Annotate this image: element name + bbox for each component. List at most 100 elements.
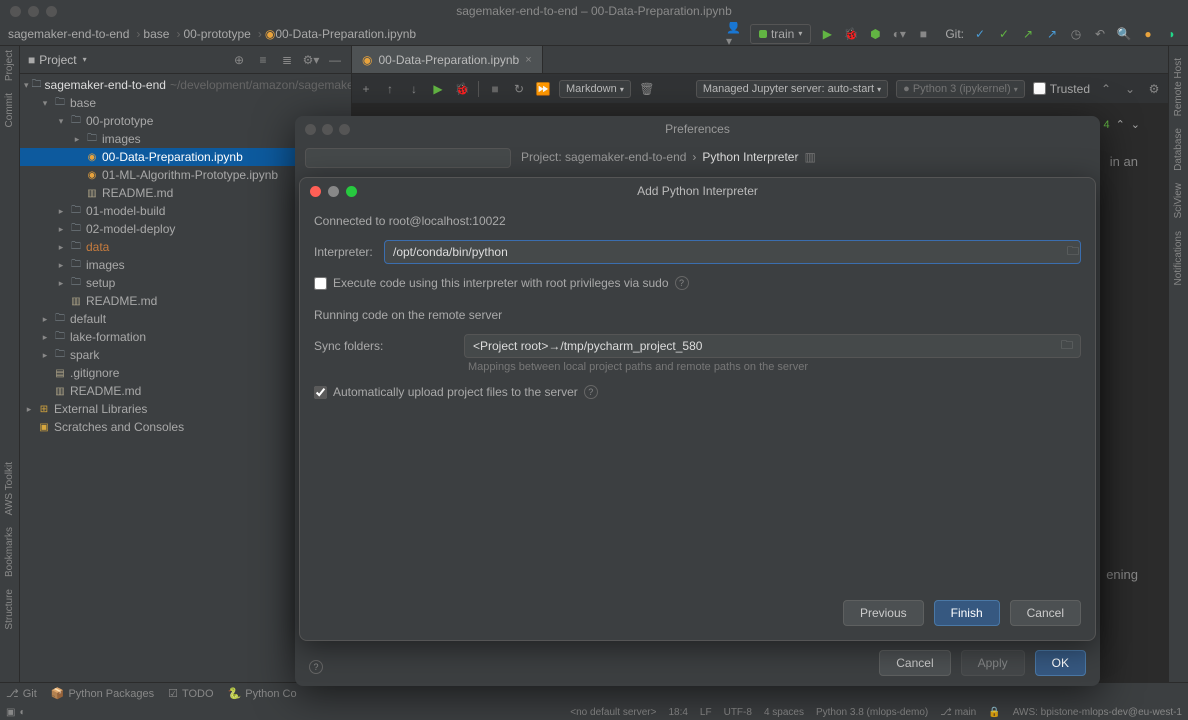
gutter-commit[interactable]: Commit: [4, 93, 15, 127]
prefs-ok-button[interactable]: OK: [1035, 650, 1086, 676]
add-cell-icon[interactable]: +: [358, 81, 374, 97]
tree-root[interactable]: ▾🗀 sagemaker-end-to-end ~/development/am…: [20, 76, 351, 94]
git-commit-icon[interactable]: ✓: [996, 26, 1012, 42]
status-line-sep[interactable]: LF: [700, 707, 712, 718]
coverage-icon[interactable]: ⬢: [867, 26, 883, 42]
locate-icon[interactable]: ⊕: [231, 52, 247, 68]
sync-folders-label: Sync folders:: [314, 334, 454, 353]
search-icon[interactable]: 🔍: [1116, 26, 1132, 42]
sync-browse-icon[interactable]: 🗀: [1059, 338, 1075, 354]
auto-upload-checkbox[interactable]: [314, 386, 327, 399]
prefs-apply-button[interactable]: Apply: [961, 650, 1025, 676]
gutter-sciview[interactable]: SciView: [1173, 183, 1184, 218]
browse-icon[interactable]: 🗀: [1065, 244, 1081, 260]
debug-icon[interactable]: 🐞: [843, 26, 859, 42]
sudo-checkbox[interactable]: [314, 277, 327, 290]
notebook-toolbar: + ↑ ↓ ▶ 🐞 ■ ↻ ⏩ Markdown ▾ 🗑 Managed Jup…: [352, 74, 1168, 104]
sync-folders-input[interactable]: [464, 334, 1081, 358]
prefs-cancel-button[interactable]: Cancel: [879, 650, 950, 676]
nb-settings-icon[interactable]: ⚙: [1146, 81, 1162, 97]
add-interp-title: Add Python Interpreter: [637, 184, 758, 198]
crumb-root[interactable]: sagemaker-end-to-end: [8, 27, 129, 41]
stop-icon[interactable]: ■: [915, 26, 931, 42]
status-bar: ▣ ◐ <no default server> 18:4 LF UTF-8 4 …: [0, 704, 1188, 720]
sudo-help-icon[interactable]: ?: [675, 276, 689, 290]
bg-tasks-icon[interactable]: ▣: [6, 707, 15, 718]
rollback-icon[interactable]: ↶: [1092, 26, 1108, 42]
collapse-icon[interactable]: ≣: [279, 52, 295, 68]
run-config-selector[interactable]: train ▾: [750, 24, 811, 44]
gutter-structure[interactable]: Structure: [4, 589, 15, 630]
up-icon[interactable]: ↑: [382, 81, 398, 97]
run-all-icon[interactable]: ⏩: [535, 81, 551, 97]
collapse-down-icon[interactable]: ⌄: [1122, 81, 1138, 97]
status-indent[interactable]: 4 spaces: [764, 707, 804, 718]
interpreter-path-input[interactable]: [384, 240, 1081, 264]
run-config-label: train: [771, 27, 794, 41]
hide-icon[interactable]: —: [327, 52, 343, 68]
bg-text-1: in an: [1110, 154, 1138, 169]
close-icon[interactable]: ×: [525, 54, 531, 66]
auto-upload-help-icon[interactable]: ?: [584, 385, 598, 399]
status-encoding[interactable]: UTF-8: [724, 707, 752, 718]
help-button[interactable]: ?: [309, 659, 323, 674]
forward-icon[interactable]: →: [788, 150, 800, 164]
git-update-icon[interactable]: ✓: [972, 26, 988, 42]
settings-icon[interactable]: ●: [1140, 26, 1156, 42]
previous-button[interactable]: Previous: [843, 600, 924, 626]
expand-icon[interactable]: ≡: [255, 52, 271, 68]
status-pos[interactable]: 18:4: [668, 707, 687, 718]
progress-icon[interactable]: ◐: [19, 707, 25, 718]
delete-cell-icon[interactable]: 🗑: [639, 81, 655, 97]
status-aws[interactable]: AWS: bpistone-mlops-dev@eu-west-1: [1013, 707, 1182, 718]
profile-icon[interactable]: ◐▾: [891, 26, 907, 42]
cancel-button[interactable]: Cancel: [1010, 600, 1081, 626]
status-interpreter[interactable]: Python 3.8 (mlops-demo): [816, 707, 928, 718]
crumb-file[interactable]: 00-Data-Preparation.ipynb: [275, 27, 416, 41]
stop-icon[interactable]: ■: [487, 81, 503, 97]
jupyter-server-select[interactable]: Managed Jupyter server: auto-start ▾: [696, 80, 888, 98]
tab-packages[interactable]: 📦 Python Packages: [51, 687, 154, 700]
prefs-crumb-project[interactable]: Project: sagemaker-end-to-end: [521, 150, 686, 164]
crumb-proto[interactable]: 00-prototype: [183, 27, 250, 41]
tree-base[interactable]: ▾🗀base: [20, 94, 351, 112]
gutter-remote[interactable]: Remote Host: [1173, 58, 1184, 116]
trusted-checkbox[interactable]: Trusted: [1033, 82, 1090, 96]
cell-type-select[interactable]: Markdown ▾: [559, 80, 631, 98]
user-icon[interactable]: 👤▾: [726, 26, 742, 42]
debug-cell-icon[interactable]: 🐞: [454, 81, 470, 97]
tab-notebook[interactable]: ◉ 00-Data-Preparation.ipynb ×: [352, 46, 543, 73]
down-icon[interactable]: ↓: [406, 81, 422, 97]
finish-button[interactable]: Finish: [934, 600, 1000, 626]
navbar: sagemaker-end-to-end › base › 00-prototy…: [0, 22, 1188, 46]
gutter-database[interactable]: Database: [1173, 128, 1184, 171]
gutter-notifications[interactable]: Notifications: [1173, 231, 1184, 285]
kernel-select[interactable]: ● Python 3 (ipykernel) ▾: [896, 80, 1025, 98]
bg-text-2: ening: [1106, 567, 1138, 582]
git-push-icon[interactable]: ↗: [1020, 26, 1036, 42]
traffic-lights[interactable]: [0, 6, 57, 17]
add-interpreter-dialog: Add Python Interpreter Connected to root…: [299, 177, 1096, 641]
git-history-icon[interactable]: ↗: [1044, 26, 1060, 42]
collapse-up-icon[interactable]: ⌃: [1098, 81, 1114, 97]
back-icon[interactable]: ←: [766, 150, 778, 164]
tab-console[interactable]: 🐍 Python Co: [228, 687, 297, 700]
status-server[interactable]: <no default server>: [570, 707, 656, 718]
preferences-search[interactable]: [305, 148, 511, 168]
project-scope-icon: ▥: [804, 150, 815, 164]
restart-icon[interactable]: ↻: [511, 81, 527, 97]
ide-icon[interactable]: ◗: [1164, 26, 1180, 42]
crumb-base[interactable]: base: [143, 27, 169, 41]
run-cell-icon[interactable]: ▶: [430, 81, 446, 97]
tab-todo[interactable]: ☑ TODO: [168, 687, 213, 700]
status-branch[interactable]: ⎇ main: [940, 707, 976, 718]
gutter-project[interactable]: Project: [4, 50, 15, 81]
run-icon[interactable]: ▶: [819, 26, 835, 42]
tab-git[interactable]: ⎇ Git: [6, 687, 37, 700]
history-icon[interactable]: ◷: [1068, 26, 1084, 42]
gutter-aws[interactable]: AWS Toolkit: [4, 462, 15, 515]
gear-icon[interactable]: ⚙▾: [303, 52, 319, 68]
status-lock-icon[interactable]: 🔒: [988, 707, 1000, 718]
interpreter-label: Interpreter:: [314, 245, 374, 259]
gutter-bookmarks[interactable]: Bookmarks: [4, 527, 15, 577]
